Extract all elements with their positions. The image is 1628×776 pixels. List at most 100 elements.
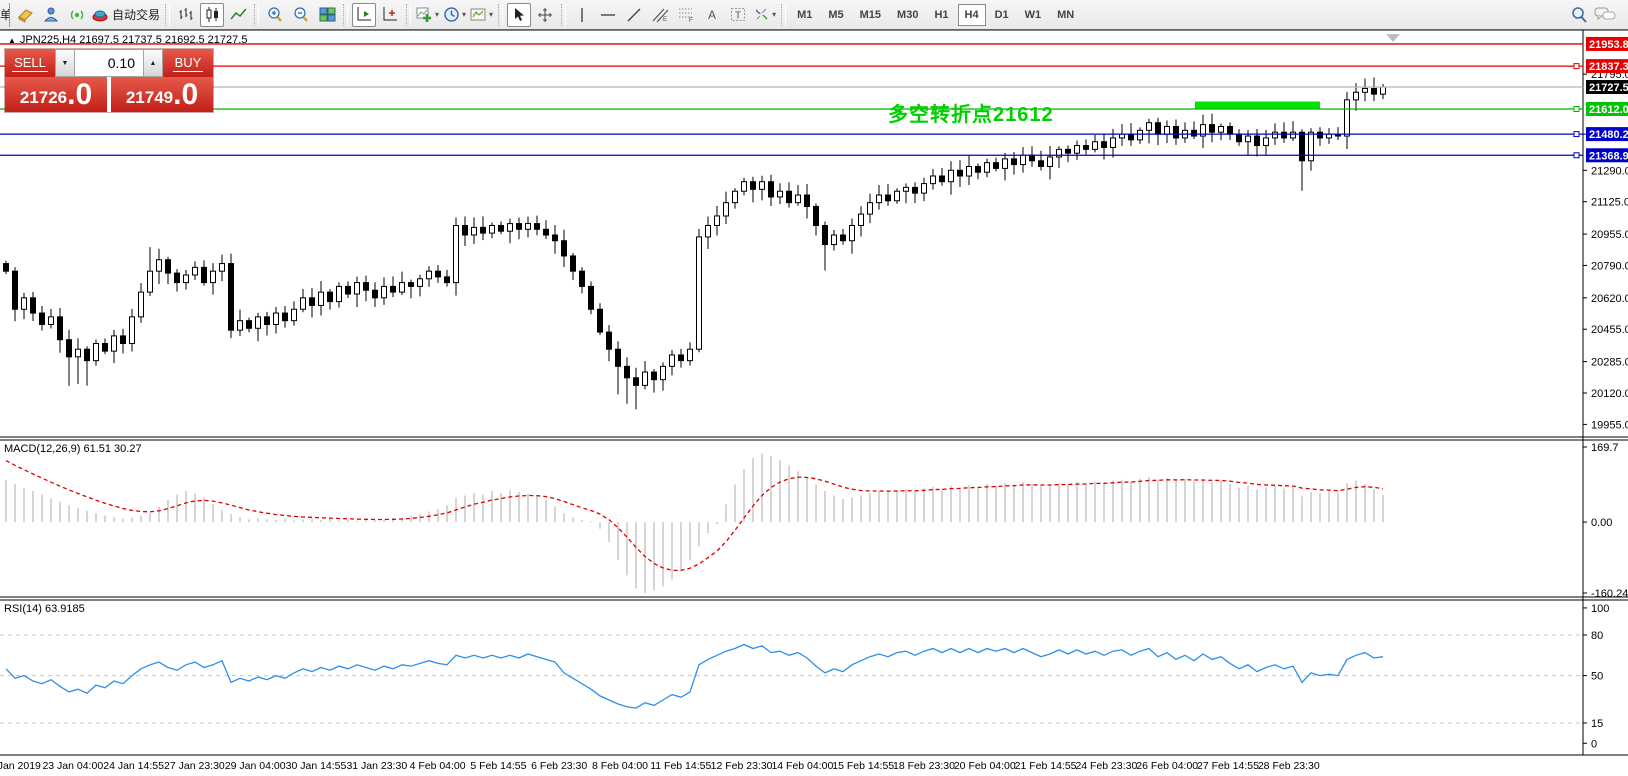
buy-price[interactable]: 21749.0 <box>111 77 213 112</box>
search-icon[interactable] <box>1567 3 1591 27</box>
price-tick-label: 20285.0 <box>1591 357 1628 369</box>
zoom-out-icon[interactable] <box>289 3 313 27</box>
cursor-icon[interactable] <box>507 3 531 27</box>
main-toolbar: 单 自动交易 ▾ ▾ <box>0 0 1628 30</box>
line-handle[interactable] <box>1574 64 1579 69</box>
price-tick-label: 20620.0 <box>1591 293 1628 305</box>
volume-input[interactable]: 0.10 <box>75 49 143 77</box>
dropdown-arrow: ▾ <box>489 10 493 19</box>
collapse-arrow-icon[interactable]: ▲ <box>8 36 16 45</box>
timeframe-group: M1M5M15M30H1H4D1W1MN <box>789 4 1082 26</box>
price-tick-label: 19955.0 <box>1591 419 1628 431</box>
line-handle[interactable] <box>1574 107 1579 112</box>
time-axis-label: 31 Jan 23:30 <box>346 760 407 772</box>
price-badge-label: 21612.0 <box>1589 104 1628 116</box>
dropdown-arrow: ▾ <box>435 10 439 19</box>
rsi-axis-label: 50 <box>1591 671 1603 683</box>
time-axis-label: 21 Feb 14:55 <box>1015 760 1077 772</box>
macd-axis-label: 0.00 <box>1591 517 1612 529</box>
auto-scroll-icon[interactable] <box>352 3 376 27</box>
dropdown-arrow: ▾ <box>462 10 466 19</box>
horizontal-line-icon[interactable] <box>596 3 620 27</box>
macd-axis-label: -160.24 <box>1591 588 1628 600</box>
tile-windows-icon[interactable] <box>315 3 339 27</box>
price-tick-label: 20120.0 <box>1591 388 1628 400</box>
volume-decrease-button[interactable]: ▼ <box>55 49 75 77</box>
rsi-axis-label: 0 <box>1591 738 1597 750</box>
chart-shift-icon[interactable] <box>378 3 402 27</box>
sell-price[interactable]: 21726.0 <box>5 77 107 112</box>
green-zone-rectangle[interactable] <box>1195 102 1320 110</box>
time-axis-label: 30 Jan 14:55 <box>286 760 347 772</box>
fibonacci-icon[interactable]: F <box>674 3 698 27</box>
time-axis-label: 29 Jan 04:00 <box>225 760 286 772</box>
time-axis-label: 27 Jan 23:30 <box>164 760 225 772</box>
time-axis-label: 23 Jan 04:00 <box>42 760 103 772</box>
line-handle[interactable] <box>1574 153 1579 158</box>
svg-text:E: E <box>663 17 667 23</box>
price-badge-label: 21953.8 <box>1589 39 1628 51</box>
rsi-axis-label: 80 <box>1591 630 1603 642</box>
periods-icon[interactable]: ▾ <box>442 3 467 27</box>
sell-button[interactable]: SELL <box>5 49 55 77</box>
candlestick-chart-icon[interactable] <box>200 3 224 27</box>
time-axis-label: 15 Feb 14:55 <box>832 760 894 772</box>
timeframe-button-h1[interactable]: H1 <box>927 4 955 26</box>
price-tick-label: 21125.0 <box>1591 197 1628 209</box>
timeframe-button-m30[interactable]: M30 <box>890 4 925 26</box>
time-axis-label: 26 Feb 04:00 <box>1136 760 1198 772</box>
price-badge-label: 21727.5 <box>1589 82 1628 94</box>
new-order-button[interactable]: 单 <box>0 3 10 27</box>
timeframe-button-mn[interactable]: MN <box>1050 4 1081 26</box>
time-axis-label: 20 Feb 04:00 <box>954 760 1016 772</box>
volume-increase-button[interactable]: ▲ <box>143 49 163 77</box>
timeframe-button-m5[interactable]: M5 <box>821 4 850 26</box>
chat-icon[interactable] <box>1593 3 1617 27</box>
crosshair-icon[interactable] <box>533 3 557 27</box>
timeframe-button-m15[interactable]: M15 <box>853 4 888 26</box>
time-axis-label: 24 Jan 14:55 <box>103 760 164 772</box>
zoom-in-icon[interactable] <box>263 3 287 27</box>
arrows-icon[interactable]: ▾ <box>752 3 777 27</box>
channel-icon[interactable]: E <box>648 3 672 27</box>
time-axis-label: 11 Feb 14:55 <box>650 760 711 772</box>
timeframe-button-m1[interactable]: M1 <box>790 4 819 26</box>
autotrading-button[interactable]: 自动交易 <box>91 3 161 27</box>
buy-button[interactable]: BUY <box>163 49 213 77</box>
line-chart-icon[interactable] <box>226 3 250 27</box>
profiles-icon[interactable] <box>13 3 37 27</box>
text-label-icon[interactable]: T <box>726 3 750 27</box>
chart-canvas[interactable]: 21795.021480.021290.021125.020955.020790… <box>0 0 1628 776</box>
timeframe-button-d1[interactable]: D1 <box>988 4 1016 26</box>
price-badge-label: 21480.2 <box>1589 129 1628 141</box>
time-axis-label: 5 Feb 14:55 <box>470 760 526 772</box>
time-axis-label: 8 Feb 04:00 <box>592 760 648 772</box>
time-axis-label: 27 Feb 14:55 <box>1197 760 1259 772</box>
time-axis-label: 12 Feb 23:30 <box>711 760 773 772</box>
time-axis-label: 6 Feb 23:30 <box>531 760 587 772</box>
text-icon[interactable]: A <box>700 3 724 27</box>
templates-icon[interactable]: ▾ <box>469 3 494 27</box>
price-badge-label: 21837.3 <box>1589 61 1628 73</box>
chart-text-annotation[interactable]: 多空转折点21612 <box>888 98 1054 127</box>
price-tick-label: 21290.0 <box>1591 165 1628 177</box>
dropdown-arrow: ▾ <box>772 10 776 19</box>
vertical-line-icon[interactable] <box>570 3 594 27</box>
timeframe-button-w1[interactable]: W1 <box>1018 4 1049 26</box>
market-watch-icon[interactable] <box>39 3 63 27</box>
indicators-icon[interactable]: ▾ <box>415 3 440 27</box>
macd-axis-label: 169.7 <box>1591 442 1619 454</box>
trendline-icon[interactable] <box>622 3 646 27</box>
rsi-indicator-label: RSI(14) 63.9185 <box>4 603 85 615</box>
line-handle[interactable] <box>1574 132 1579 137</box>
svg-text:A: A <box>708 8 716 22</box>
price-tick-label: 20455.0 <box>1591 324 1628 336</box>
timeframe-button-h4[interactable]: H4 <box>958 4 986 26</box>
one-click-trading-panel: SELL ▼ 0.10 ▲ BUY 21726.0 21749.0 <box>5 49 213 112</box>
bar-chart-icon[interactable] <box>174 3 198 27</box>
time-axis-label: 28 Feb 23:30 <box>1258 760 1320 772</box>
rsi-axis-label: 100 <box>1591 603 1609 615</box>
price-tick-label: 20790.0 <box>1591 260 1628 272</box>
time-axis-label: 21 Jan 2019 <box>0 760 41 772</box>
signals-icon[interactable] <box>65 3 89 27</box>
